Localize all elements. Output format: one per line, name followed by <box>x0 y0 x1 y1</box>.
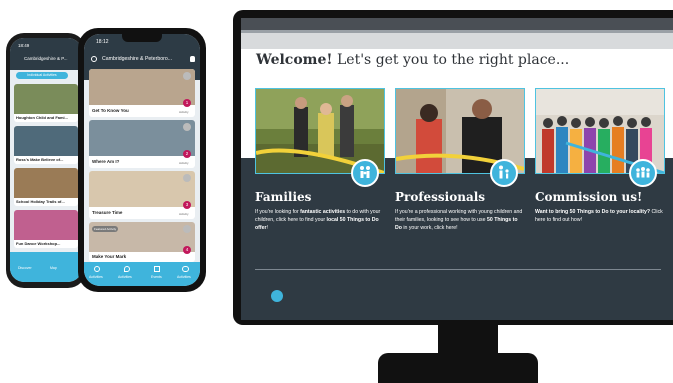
content-panel <box>241 158 673 320</box>
calendar-icon[interactable] <box>154 266 160 272</box>
group-icon <box>629 159 657 187</box>
item-label: Get To Know You <box>92 108 129 113</box>
card-title-families[interactable]: Families <box>255 190 311 204</box>
item-label: Where Am I? <box>92 159 120 164</box>
tab-activities-3[interactable]: Activities <box>177 275 191 279</box>
location-icon <box>91 56 97 62</box>
check-icon[interactable] <box>183 123 191 131</box>
front-phone-tabbar: Activities Activities Events Activities <box>84 262 200 286</box>
list-item[interactable]: 2 Where Am I? Activity <box>89 120 195 168</box>
phone-notch <box>122 34 162 42</box>
number-badge: 4 <box>183 246 191 254</box>
section-divider <box>255 269 661 270</box>
item-label: Treasure Time <box>92 210 123 215</box>
tab-activities-2[interactable]: Activities <box>118 275 132 279</box>
tab-activities[interactable]: Activities <box>89 275 103 279</box>
adult-child-icon <box>490 159 518 187</box>
item-sub: Activity <box>179 161 189 165</box>
tab-discover[interactable]: Discover <box>18 266 32 270</box>
number-badge: 3 <box>183 201 191 209</box>
card-text-families[interactable]: If you're looking for fantastic activiti… <box>255 208 383 233</box>
compass-icon[interactable] <box>94 266 100 272</box>
list-item[interactable]: Fun Dance Workshop... <box>14 210 78 248</box>
top-nav-bar <box>241 18 673 30</box>
bell-icon[interactable] <box>190 56 195 62</box>
card-text-professionals[interactable]: If you're a professional working with yo… <box>395 208 523 233</box>
item-sub: Activity <box>179 110 189 114</box>
featured-tag: Featured Activity <box>92 226 119 232</box>
back-phone-time: 18:49 <box>18 43 30 48</box>
footer-logo-dot <box>271 290 283 302</box>
list-item[interactable]: 3 Treasure Time Activity <box>89 171 195 219</box>
card-title-professionals[interactable]: Professionals <box>395 190 485 204</box>
tab-events[interactable]: Events <box>151 275 162 279</box>
card-title-commission[interactable]: Commission us! <box>535 190 642 204</box>
list-item[interactable]: Houghton Child and Fami... <box>14 84 78 122</box>
check-icon[interactable] <box>183 174 191 182</box>
number-badge: 2 <box>183 150 191 158</box>
check-icon[interactable] <box>183 72 191 80</box>
card-text-commission[interactable]: Want to bring 50 Things to Do to your lo… <box>535 208 663 224</box>
check-icon[interactable] <box>183 225 191 233</box>
item-label: Make Your Mark <box>92 254 127 259</box>
number-badge: 1 <box>183 99 191 107</box>
individual-activities-pill[interactable]: Individual Activities <box>16 72 68 79</box>
welcome-text: Let's get you to the right place... <box>332 52 570 68</box>
list-item[interactable]: Featured Activity 4 Make Your Mark <box>89 222 195 262</box>
welcome-heading: Welcome! Let's get you to the right plac… <box>256 52 569 68</box>
family-icon <box>351 159 379 187</box>
list-item[interactable]: School Holiday Trails of... <box>14 168 78 206</box>
back-phone-screen: 18:49 Cambridgeshire & P... Individual A… <box>10 38 82 282</box>
front-phone-location[interactable]: Cambridgeshire & Peterboro... <box>102 56 172 62</box>
monitor-base <box>378 353 538 383</box>
list-item[interactable]: Ross's Make Believe of... <box>14 126 78 164</box>
list-item[interactable]: 1 Get To Know You Activity <box>89 69 195 117</box>
tab-map[interactable]: Map <box>50 266 57 270</box>
front-phone-time: 18:12 <box>96 39 109 45</box>
map-pin-icon[interactable] <box>124 266 130 272</box>
chat-icon[interactable] <box>182 266 189 272</box>
back-phone-tabbar: Discover Map <box>10 252 82 282</box>
back-phone-location[interactable]: Cambridgeshire & P... <box>24 56 67 61</box>
pill-label: Individual Activities <box>27 73 57 77</box>
item-sub: Activity <box>179 212 189 216</box>
website-screen: Welcome! Let's get you to the right plac… <box>241 18 673 320</box>
welcome-bold: Welcome! <box>256 52 333 68</box>
front-phone-screen: 18:12 Cambridgeshire & Peterboro... 1 Ge… <box>84 34 200 286</box>
header-band <box>241 33 673 49</box>
